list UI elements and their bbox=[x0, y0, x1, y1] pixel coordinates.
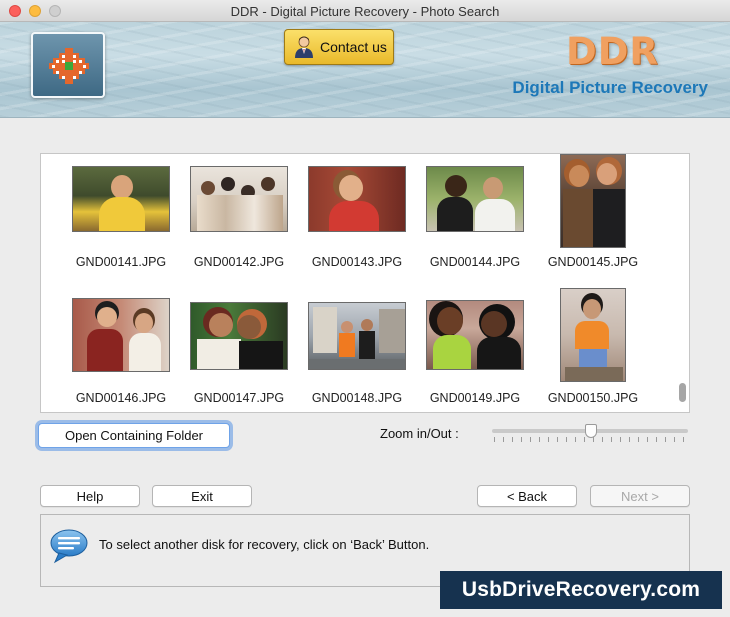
window-title: DDR - Digital Picture Recovery - Photo S… bbox=[230, 4, 500, 19]
zoom-tick bbox=[512, 437, 513, 442]
zoom-tick bbox=[521, 437, 522, 442]
zoom-tick bbox=[494, 437, 495, 442]
open-containing-folder-button[interactable]: Open Containing Folder bbox=[38, 423, 230, 448]
photo-thumbnail[interactable] bbox=[308, 166, 406, 232]
exit-button[interactable]: Exit bbox=[152, 485, 252, 507]
photo-filename: GND00147.JPG bbox=[193, 391, 285, 405]
photo-thumbnail[interactable] bbox=[426, 166, 524, 232]
photo-thumbnail[interactable] bbox=[72, 298, 170, 372]
zoom-tick bbox=[674, 437, 675, 442]
app-logo-icon bbox=[49, 48, 89, 84]
zoom-tick bbox=[593, 437, 594, 442]
zoom-tick bbox=[539, 437, 540, 442]
zoom-tick bbox=[503, 437, 504, 442]
photo-filename: GND00144.JPG bbox=[429, 255, 521, 269]
zoom-tick bbox=[557, 437, 558, 442]
next-button[interactable]: Next > bbox=[590, 485, 690, 507]
photo-thumbnail[interactable] bbox=[72, 166, 170, 232]
zoom-tick bbox=[530, 437, 531, 442]
photo-filename: GND00146.JPG bbox=[75, 391, 167, 405]
photo-filename: GND00145.JPG bbox=[547, 255, 639, 269]
photo-filename: GND00143.JPG bbox=[311, 255, 403, 269]
zoom-slider-knob[interactable] bbox=[585, 424, 597, 438]
zoom-tick bbox=[584, 437, 585, 442]
brand-title: DDR bbox=[566, 30, 659, 73]
zoom-tick bbox=[575, 437, 576, 442]
photo-thumbnail[interactable] bbox=[308, 302, 406, 370]
zoom-tick bbox=[683, 437, 684, 442]
contact-us-label: Contact us bbox=[320, 39, 387, 55]
photo-thumbnail[interactable] bbox=[560, 288, 626, 382]
status-message: To select another disk for recovery, cli… bbox=[99, 537, 430, 552]
zoom-tick bbox=[566, 437, 567, 442]
photo-thumbnail[interactable] bbox=[190, 166, 288, 232]
gallery-scrollbar[interactable] bbox=[679, 383, 686, 402]
zoom-label: Zoom in/Out : bbox=[380, 426, 459, 441]
back-button[interactable]: < Back bbox=[477, 485, 577, 507]
contact-person-icon bbox=[295, 36, 313, 58]
photo-filename: GND00142.JPG bbox=[193, 255, 285, 269]
zoom-tick bbox=[665, 437, 666, 442]
photo-thumbnail[interactable] bbox=[426, 300, 524, 370]
photo-filename: GND00141.JPG bbox=[75, 255, 167, 269]
zoom-tick bbox=[656, 437, 657, 442]
zoom-tick bbox=[602, 437, 603, 442]
photo-filename: GND00148.JPG bbox=[311, 391, 403, 405]
app-logo bbox=[31, 32, 105, 98]
zoom-tick bbox=[638, 437, 639, 442]
zoom-tick bbox=[629, 437, 630, 442]
zoom-tick bbox=[548, 437, 549, 442]
photo-gallery[interactable]: GND00141.JPG GND00142.JPG GND00143.JPG G… bbox=[40, 153, 690, 413]
photo-thumbnail[interactable] bbox=[560, 154, 626, 248]
photo-filename: GND00149.JPG bbox=[429, 391, 521, 405]
speech-bubble-icon bbox=[50, 529, 88, 564]
header-banner: Contact us DDR Digital Picture Recovery bbox=[0, 22, 730, 118]
title-bar: DDR - Digital Picture Recovery - Photo S… bbox=[0, 0, 730, 22]
photo-filename: GND00150.JPG bbox=[547, 391, 639, 405]
help-button[interactable]: Help bbox=[40, 485, 140, 507]
watermark-label: UsbDriveRecovery.com bbox=[440, 571, 722, 609]
zoom-tick bbox=[647, 437, 648, 442]
zoom-tick bbox=[620, 437, 621, 442]
photo-thumbnail[interactable] bbox=[190, 302, 288, 370]
zoom-tick bbox=[611, 437, 612, 442]
contact-us-button[interactable]: Contact us bbox=[284, 29, 394, 65]
brand-subtitle: Digital Picture Recovery bbox=[512, 78, 708, 97]
